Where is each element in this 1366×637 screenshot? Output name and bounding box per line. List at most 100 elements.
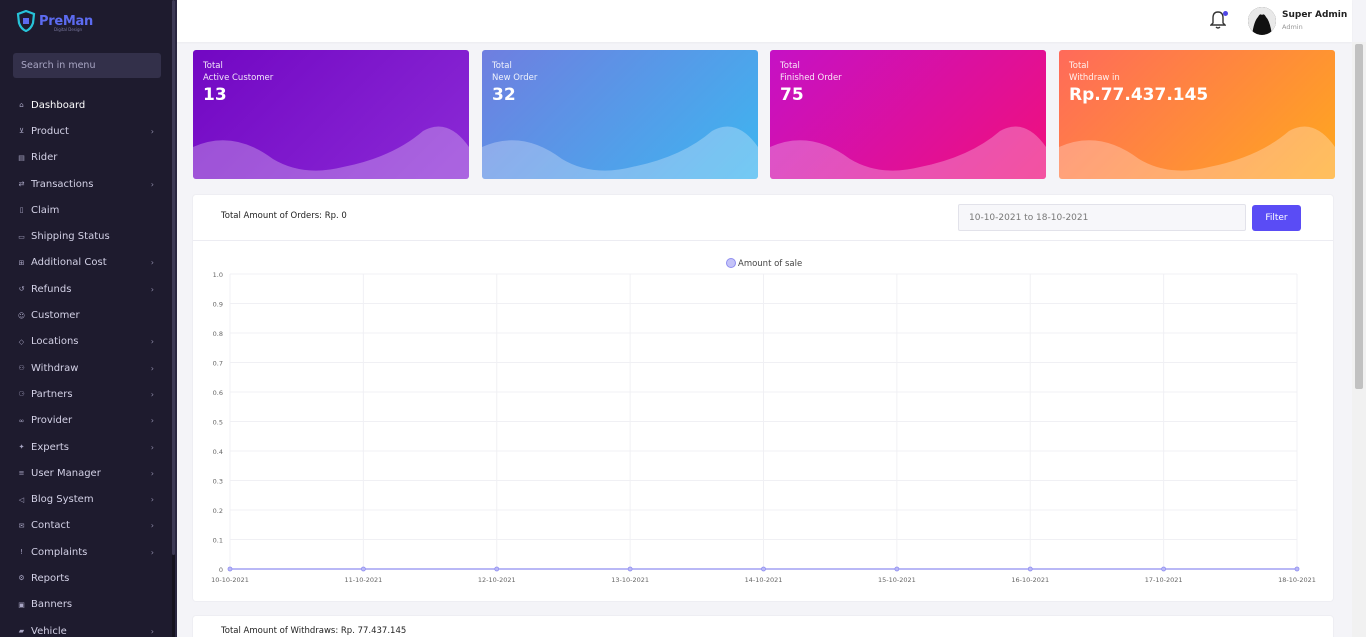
avatar[interactable]	[1248, 7, 1276, 35]
y-tick-label: 0.4	[213, 448, 223, 456]
sidebar-item-rider[interactable]: ▤ Rider	[0, 145, 174, 171]
y-tick-label: 0.2	[213, 507, 223, 515]
sidebar-item-experts[interactable]: ✦ Experts ›	[0, 434, 174, 460]
stat-card-withdraw-in: Total Withdraw in Rp.77.437.145	[1059, 50, 1335, 179]
sidebar-item-label: Locations	[31, 336, 79, 348]
sidebar-item-label: Transactions	[31, 178, 94, 190]
notification-button[interactable]	[1209, 10, 1228, 30]
chevron-right-icon: ›	[150, 363, 154, 373]
sidebar-search[interactable]	[13, 53, 161, 78]
home-icon: ⌂	[19, 101, 24, 110]
sidebar-item-user-manager[interactable]: ≡ User Manager ›	[0, 460, 174, 486]
page-scroll-thumb[interactable]	[1355, 44, 1363, 389]
sidebar-item-customer[interactable]: ☺ Customer	[0, 302, 174, 328]
stat-label: New Order	[492, 73, 538, 83]
chevron-right-icon: ›	[150, 389, 154, 399]
date-range-input[interactable]	[958, 204, 1246, 231]
refund-icon: ↺	[18, 285, 25, 294]
orders-panel-header: Total Amount of Orders: Rp. 0 Filter	[193, 195, 1333, 241]
vehicle-icon: ▰	[18, 627, 25, 636]
sidebar-item-product[interactable]: ⊻ Product ›	[0, 118, 174, 144]
data-point	[894, 566, 900, 572]
y-tick-label: 0.9	[213, 301, 223, 309]
sidebar-menu: ⌂ Dashboard ⊻ Product › ▤ Rider ⇄ Transactions › ▯…	[0, 92, 174, 637]
sidebar: PreMan Digital Design ⌂ Dashboard ⊻ Product…	[0, 0, 177, 637]
y-tick-label: 0.3	[213, 478, 223, 486]
orders-line-chart: 0 0.1 0.2 0.3 0.4 0.5 0.6 0.7 0.8 0.9 1.0 10-10-202…	[211, 258, 1316, 584]
page-scrollbar[interactable]	[1352, 42, 1366, 637]
image-icon: ▣	[18, 600, 25, 609]
sidebar-item-partners[interactable]: ⚆ Partners ›	[0, 381, 174, 407]
sidebar-item-label: Contact	[31, 520, 70, 532]
sidebar-item-blog-system[interactable]: ◁ Blog System ›	[0, 486, 174, 512]
data-point	[627, 566, 633, 572]
x-tick-label: 16-10-2021	[1011, 576, 1049, 584]
data-point	[227, 566, 233, 572]
sidebar-item-refunds[interactable]: ↺ Refunds ›	[0, 276, 174, 302]
filter-button[interactable]: Filter	[1252, 205, 1301, 231]
data-point	[360, 566, 366, 572]
document-icon: ▤	[18, 153, 25, 162]
sidebar-item-withdraw[interactable]: ⚇ Withdraw ›	[0, 355, 174, 381]
withdraws-total-title: Total Amount of Withdraws: Rp. 77.437.14…	[221, 626, 407, 636]
x-tick-label: 18-10-2021	[1278, 576, 1316, 584]
gear-icon: ⚙	[18, 574, 25, 583]
x-tick-label: 10-10-2021	[211, 576, 249, 584]
cart-icon: ⊻	[18, 127, 25, 136]
stat-label: Finished Order	[780, 73, 842, 83]
chevron-right-icon: ›	[150, 337, 154, 347]
sidebar-item-label: Provider	[31, 415, 73, 427]
sidebar-item-banners[interactable]: ▣ Banners	[0, 592, 174, 618]
chevron-right-icon: ›	[150, 126, 154, 136]
sidebar-item-label: Customer	[31, 310, 80, 322]
sidebar-item-shipping-status[interactable]: ▭ Shipping Status	[0, 223, 174, 249]
sidebar-item-locations[interactable]: ◇ Locations ›	[0, 329, 174, 355]
orders-total-title: Total Amount of Orders: Rp. 0	[221, 211, 347, 221]
chevron-right-icon: ›	[150, 626, 154, 636]
search-input[interactable]	[21, 60, 153, 71]
sidebar-item-label: Claim	[31, 204, 60, 216]
chevron-right-icon: ›	[150, 284, 154, 294]
transfer-icon: ⇄	[18, 180, 25, 189]
chevron-right-icon: ›	[150, 442, 154, 452]
sidebar-item-additional-cost[interactable]: ⊞ Additional Cost ›	[0, 250, 174, 276]
sidebar-item-complaints[interactable]: ! Complaints ›	[0, 539, 174, 565]
y-tick-label: 1.0	[213, 271, 223, 279]
sidebar-item-label: Refunds	[31, 283, 72, 295]
chevron-right-icon: ›	[150, 547, 154, 557]
sidebar-item-label: Experts	[31, 441, 69, 453]
sidebar-item-contact[interactable]: ✉ Contact ›	[0, 513, 174, 539]
sidebar-item-dashboard[interactable]: ⌂ Dashboard	[0, 92, 174, 118]
sidebar-item-vehicle[interactable]: ▰ Vehicle ›	[0, 618, 174, 637]
stat-label: Withdraw in	[1069, 73, 1120, 83]
stat-label-prefix: Total	[492, 61, 512, 71]
sidebar-item-label: User Manager	[31, 467, 101, 479]
megaphone-icon: ◁	[18, 495, 25, 504]
notification-dot	[1223, 11, 1228, 16]
sidebar-scrollbar[interactable]	[172, 0, 175, 637]
pin-icon: ◇	[18, 337, 25, 346]
logo[interactable]: PreMan Digital Design	[16, 10, 93, 32]
people-icon: ⚇	[18, 364, 25, 373]
alert-icon: !	[20, 548, 23, 557]
sidebar-item-claim[interactable]: ▯ Claim	[0, 197, 174, 223]
data-point	[761, 566, 766, 572]
sidebar-item-label: Dashboard	[31, 99, 86, 111]
expert-icon: ✦	[18, 443, 25, 451]
withdraws-panel: Total Amount of Withdraws: Rp. 77.437.14…	[193, 616, 1333, 637]
shield-logo-icon	[16, 10, 36, 32]
user-name[interactable]: Super Admin	[1282, 10, 1347, 20]
y-tick-label: 0.8	[213, 330, 223, 338]
sidebar-scroll-thumb[interactable]	[172, 0, 175, 555]
sidebar-item-reports[interactable]: ⚙ Reports	[0, 565, 174, 591]
chevron-right-icon: ›	[150, 521, 154, 531]
sidebar-item-label: Partners	[31, 388, 73, 400]
sidebar-item-provider[interactable]: ∞ Provider ›	[0, 408, 174, 434]
sidebar-item-label: Shipping Status	[31, 231, 110, 243]
sidebar-item-transactions[interactable]: ⇄ Transactions ›	[0, 171, 174, 197]
y-tick-label: 0.7	[213, 360, 223, 368]
sidebar-item-label: Vehicle	[31, 625, 67, 637]
x-tick-label: 17-10-2021	[1145, 576, 1183, 584]
y-tick-label: 0.6	[213, 389, 223, 397]
mail-icon: ✉	[18, 521, 25, 530]
